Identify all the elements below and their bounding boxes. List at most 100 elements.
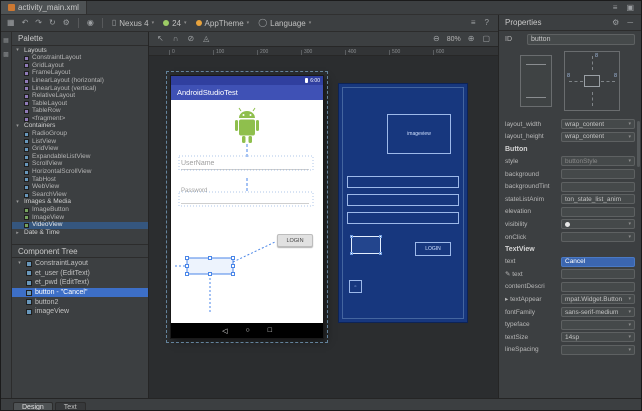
constraint-widget[interactable]: 8 8 8 [499, 46, 641, 116]
palette-item-label: LinearLayout (vertical) [32, 86, 96, 93]
help-icon[interactable]: ? [483, 19, 491, 27]
prop-dropdown-textsize[interactable]: 14sp▾ [561, 332, 635, 342]
blueprint-preview[interactable]: imageview L [339, 84, 467, 322]
prop-input-elevation[interactable] [561, 207, 635, 217]
prop-label-backgroundtint: backgroundTint [505, 183, 557, 190]
prop-dropdown-typeface[interactable]: ▾ [561, 320, 635, 330]
zoom-fit-icon[interactable]: ▢ [480, 35, 492, 43]
tree-item-et-pwd-edittext[interactable]: et_pwd (EditText) [12, 278, 148, 288]
tree-item-constraintlayout[interactable]: ▾ConstraintLayout [12, 259, 148, 269]
margin-editor[interactable]: 8 8 8 [564, 51, 620, 111]
tree-item-button2[interactable]: button2 [12, 297, 148, 307]
palette-item-horizontalscrollview[interactable]: HorizontalScrollView [12, 169, 148, 177]
android-robot-image[interactable] [226, 106, 268, 152]
tree-item-imageview[interactable]: imageView [12, 307, 148, 317]
prop-input-statelistanim[interactable]: ton_state_list_anim [561, 194, 635, 204]
password-field[interactable] [181, 196, 309, 204]
blueprint-password-row[interactable] [347, 194, 459, 206]
prop-dropdown-onclick[interactable]: ▾ [561, 232, 635, 242]
prop-dropdown-style[interactable]: buttonStyle▾ [561, 156, 635, 166]
minimize-icon[interactable]: ─ [625, 19, 635, 27]
chevron-down-icon: ▾ [628, 347, 631, 353]
margin-right-value[interactable]: 8 [614, 73, 617, 79]
palette-item-label: ExpandableListView [32, 154, 90, 161]
preview-icon[interactable]: ◉ [85, 19, 96, 27]
blueprint-username-row[interactable] [347, 176, 459, 188]
android-studio-window: activity_main.xml ≡▣ ▦↶↷↻⚙ ◉ ▯ Nexus 4 ▾… [0, 0, 642, 411]
prop-value: wrap_content [565, 121, 628, 128]
blueprint-small-imageview[interactable]: ▫ [349, 280, 362, 293]
palette-item-radiogroup[interactable]: RadioGroup [12, 131, 148, 139]
prop-input-text-alt[interactable] [561, 269, 635, 279]
zoom-in-cluster: ⊕▢ [466, 35, 492, 43]
blueprint-row[interactable] [347, 212, 459, 224]
infer-constraints-icon[interactable]: ◬ [201, 35, 211, 43]
chevron-down-icon: ▾ [152, 20, 155, 26]
palette-section-date-time[interactable]: ▸Date & Time [12, 229, 148, 237]
palette-item-imagebutton[interactable]: ImageButton [12, 206, 148, 214]
blueprint-login-button[interactable]: LOGIN [415, 242, 451, 256]
prop-dropdown-layout-width[interactable]: wrap_content▾ [561, 119, 635, 129]
redo-icon[interactable]: ↷ [33, 19, 44, 27]
design-preview[interactable]: 6:00 AndroidStudioTest [171, 76, 323, 338]
tree-item-et-user-edittext[interactable]: et_user (EditText) [12, 269, 148, 279]
clear-constraints-icon[interactable]: ⊘ [185, 35, 196, 43]
list-icon[interactable]: ≡ [469, 19, 478, 27]
refresh-icon[interactable]: ↻ [47, 19, 58, 27]
prop-input-text[interactable]: Cancel [561, 257, 635, 267]
login-button[interactable]: LOGIN [277, 234, 313, 247]
username-field[interactable]: UserName [181, 160, 309, 170]
margin-left-value[interactable]: 8 [567, 73, 570, 79]
device-selector[interactable]: ▯ Nexus 4 ▾ [109, 19, 157, 28]
prop-dropdown-linespacingextra[interactable]: ▾ [561, 345, 635, 355]
settings-icon[interactable]: ⚙ [610, 19, 621, 27]
cursor-icon[interactable]: ↖ [155, 35, 166, 43]
back-icon[interactable]: ◁ [222, 327, 227, 335]
menu-icon[interactable]: ≡ [611, 4, 620, 12]
ruler-tick: 600 [433, 50, 477, 55]
zoom-out-icon[interactable]: ⊖ [431, 35, 442, 43]
prop-dropdown-layout-height[interactable]: wrap_content▾ [561, 132, 635, 142]
prop-value: Cancel [565, 258, 631, 265]
grid-icon[interactable]: ▦ [5, 19, 17, 27]
structure-stripe-icon[interactable]: ▩ [3, 51, 9, 58]
prop-value: sans-serif-medium [565, 309, 628, 316]
undo-icon[interactable]: ↶ [20, 19, 31, 27]
design-tab[interactable]: Design [13, 402, 53, 411]
prop-value: 14sp [565, 334, 628, 341]
app-bar[interactable]: AndroidStudioTest [171, 85, 323, 100]
palette-item-linearlayout-horizontal[interactable]: LinearLayout (horizontal) [12, 77, 148, 85]
properties-scrollbar[interactable] [637, 121, 640, 167]
recents-icon[interactable]: □ [268, 327, 272, 334]
prop-value: wrap_content [565, 133, 628, 140]
phone-status-bar: 6:00 [171, 76, 323, 85]
blueprint-selected-button[interactable] [351, 236, 381, 254]
blueprint-imageview[interactable]: imageview [387, 114, 451, 154]
window-icon[interactable]: ▣ [624, 4, 636, 12]
id-input[interactable]: button [527, 34, 635, 45]
prop-dropdown-fontfamily[interactable]: sans-serif-medium▾ [561, 307, 635, 317]
layout-body[interactable]: UserName Password LOGIN [171, 100, 323, 323]
home-icon[interactable]: ○ [245, 327, 249, 334]
api-selector[interactable]: 24 ▾ [160, 19, 189, 28]
settings-icon[interactable]: ⚙ [61, 19, 72, 27]
project-stripe-icon[interactable]: ▦ [3, 37, 9, 44]
widget-icon [24, 223, 29, 228]
editor-tab-activity-main[interactable]: activity_main.xml [1, 1, 87, 14]
chevron-right-icon: ▸ [14, 231, 21, 236]
magnet-icon[interactable]: ∩ [171, 35, 181, 43]
prop-dropdown-textappearance[interactable]: mpat.Widget.Button▾ [561, 294, 635, 304]
language-selector[interactable]: ◯ Language ▾ [255, 19, 314, 28]
prop-row-backgroundtint: backgroundTint [499, 180, 641, 193]
prop-input-background[interactable] [561, 169, 635, 179]
theme-selector[interactable]: AppTheme ▾ [193, 19, 253, 28]
tree-item-button-cancel[interactable]: button - "Cancel" [12, 288, 148, 298]
text-tab[interactable]: Text [55, 402, 86, 411]
prop-input-backgroundtint[interactable] [561, 182, 635, 192]
prop-input-contentdescription[interactable] [561, 282, 635, 292]
canvas[interactable]: 6:00 AndroidStudioTest [149, 56, 498, 398]
margin-top-value[interactable]: 8 [595, 53, 598, 59]
palette-section-label: Containers [24, 123, 55, 130]
zoom-in-icon[interactable]: ⊕ [466, 35, 477, 43]
prop-dropdown-visibility[interactable]: ▾ [561, 219, 635, 229]
